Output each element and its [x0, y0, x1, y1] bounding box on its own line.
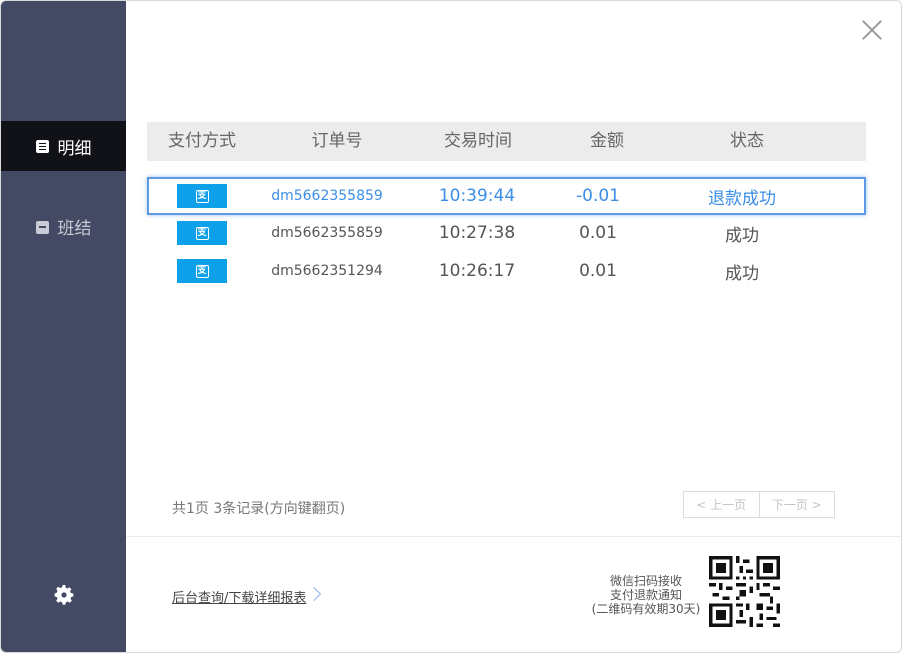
status: 成功 — [725, 263, 759, 284]
transaction-time: 10:27:38 — [438, 223, 516, 243]
sidebar-item-label: 明细 — [57, 138, 92, 159]
qr-code-icon — [709, 556, 780, 627]
record-summary: 共1页 3条记录(方向键翻页) — [172, 501, 346, 517]
qr-caption-line: 支付退款通知 — [609, 588, 682, 602]
order-number: dm5662355859 — [271, 188, 383, 204]
status: 成功 — [725, 225, 759, 246]
gear-icon[interactable] — [52, 583, 76, 607]
sidebar-item-details[interactable]: 明细 — [1, 121, 126, 171]
column-header-order: 订单号 — [311, 131, 363, 151]
transaction-time: 10:39:44 — [438, 186, 516, 206]
amount: -0.01 — [576, 186, 620, 206]
column-header-amount: 金额 — [590, 131, 624, 151]
footer-divider — [126, 536, 901, 537]
sidebar: 明细 班结 — [1, 1, 126, 652]
payment-cell: 支 — [177, 252, 227, 290]
alipay-icon: 支 — [177, 184, 227, 208]
close-icon[interactable] — [861, 19, 883, 41]
table-row[interactable]: 支 dm5662351294 10:26:17 0.01 成功 — [147, 252, 866, 290]
calendar-icon — [35, 220, 49, 234]
settlement-window: 明细 班结 支付方式 订单号 交易时间 金额 状态 支 dm5662355859… — [0, 0, 902, 653]
table-row[interactable]: 支 dm5662355859 10:27:38 0.01 成功 — [147, 214, 866, 252]
chevron-right-icon[interactable] — [306, 586, 322, 602]
pagination: < 上一页 下一页 > — [683, 491, 835, 518]
table-header: 支付方式 订单号 交易时间 金额 状态 — [147, 122, 866, 161]
column-header-status: 状态 — [730, 131, 764, 151]
report-link[interactable]: 后台查询/下载详细报表 — [172, 587, 306, 606]
qr-caption-line: (二维码有效期30天) — [591, 602, 701, 616]
amount: 0.01 — [579, 261, 617, 281]
order-number: dm5662355859 — [271, 225, 383, 241]
table-row[interactable]: 支 dm5662355859 10:39:44 -0.01 退款成功 — [147, 177, 866, 215]
qr-caption: 微信扫码接收 支付退款通知 (二维码有效期30天) — [586, 574, 706, 616]
prev-page-button[interactable]: < 上一页 — [684, 492, 759, 517]
transaction-time: 10:26:17 — [438, 261, 516, 281]
column-header-payment: 支付方式 — [168, 131, 236, 151]
qr-caption-line: 微信扫码接收 — [609, 574, 682, 588]
column-header-time: 交易时间 — [444, 131, 512, 151]
sidebar-item-shift-settle[interactable]: 班结 — [1, 201, 126, 251]
sidebar-item-label: 班结 — [57, 218, 92, 239]
document-icon — [35, 139, 49, 153]
amount: 0.01 — [579, 223, 617, 243]
order-number: dm5662351294 — [271, 263, 383, 279]
next-page-button[interactable]: 下一页 > — [758, 492, 835, 517]
payment-cell: 支 — [177, 214, 227, 252]
status: 退款成功 — [708, 188, 776, 209]
alipay-icon: 支 — [177, 259, 227, 283]
alipay-icon: 支 — [177, 221, 227, 245]
payment-cell: 支 — [177, 179, 227, 213]
